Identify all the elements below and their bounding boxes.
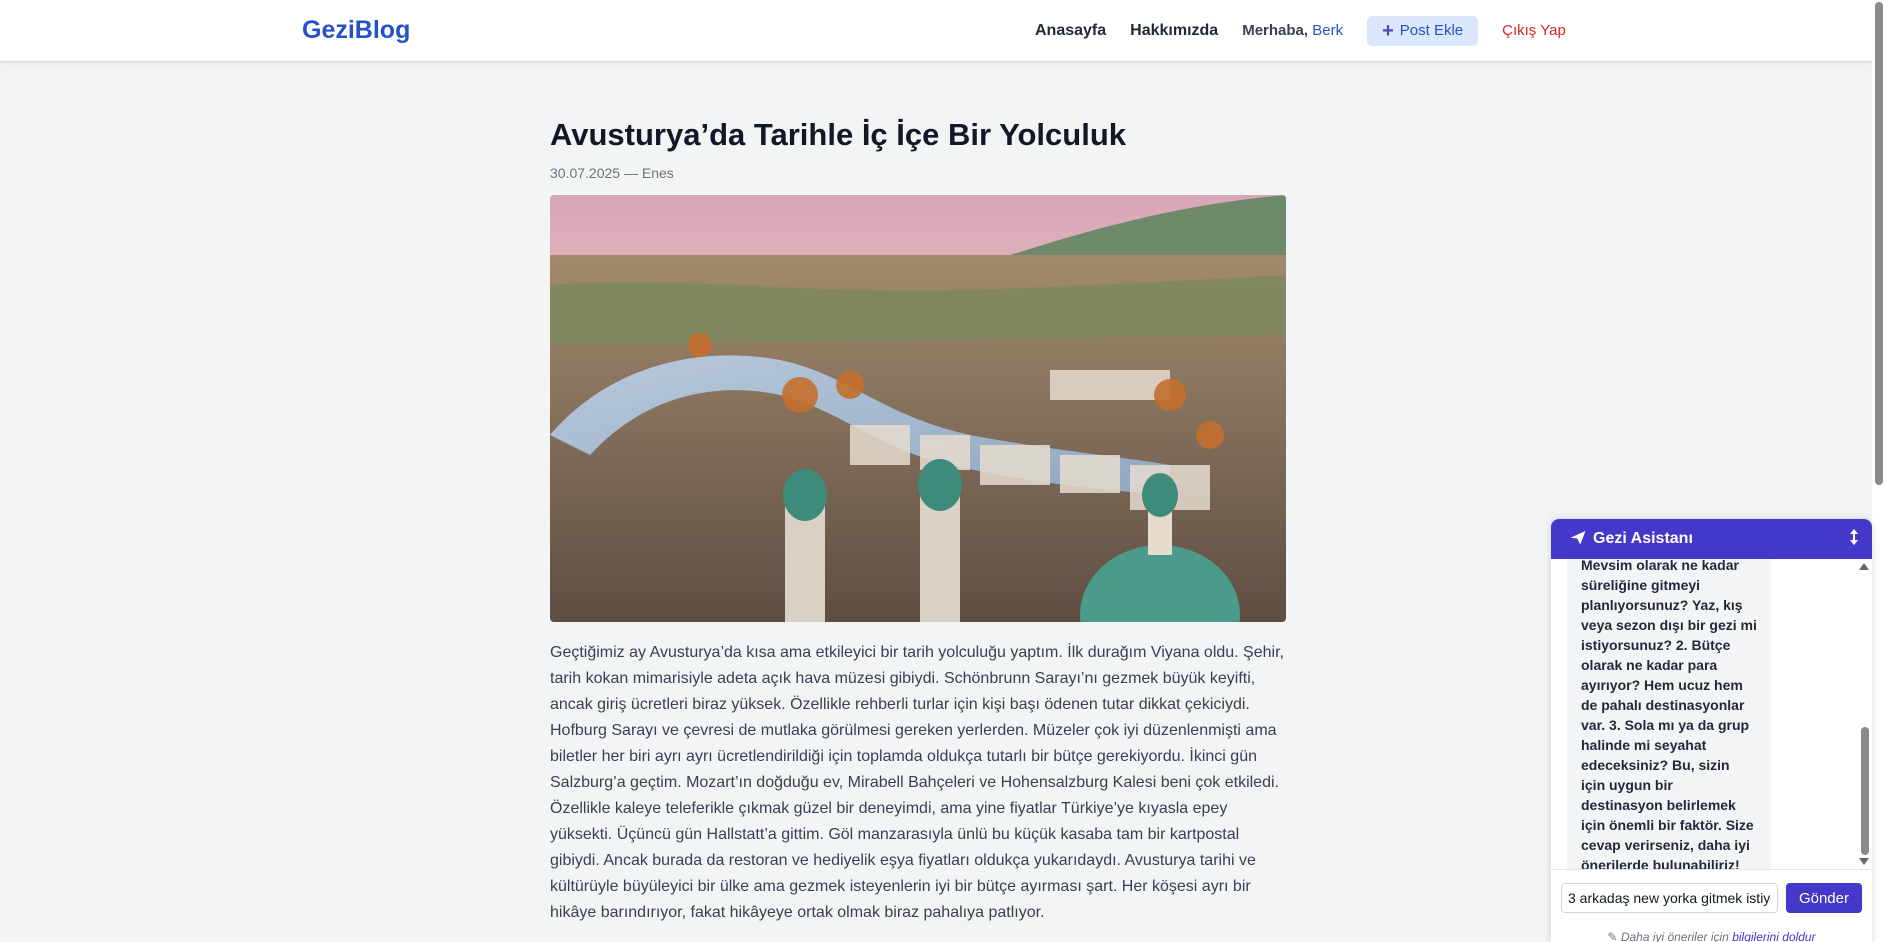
- article-body: Geçtiğimiz ay Avusturya’da kısa ama etki…: [550, 644, 1284, 921]
- add-post-button[interactable]: + Post Ekle: [1367, 15, 1479, 46]
- chat-input-row: Gönder: [1551, 869, 1872, 918]
- chat-scrollbar-thumb[interactable]: [1861, 727, 1869, 855]
- resize-icon[interactable]: [1848, 528, 1860, 551]
- plus-icon: +: [1382, 19, 1394, 42]
- meta-separator: —: [623, 165, 638, 181]
- greeting-prefix: Merhaba,: [1242, 22, 1309, 39]
- chat-footer-text: Daha iyi öneriler için: [1620, 930, 1729, 942]
- airplane-icon: [1569, 528, 1587, 551]
- article-meta: 30.07.2025 — Enes: [550, 165, 1286, 181]
- article-hero-image: [550, 195, 1286, 622]
- chat-title-group: Gezi Asistanı: [1569, 528, 1693, 551]
- logout-link[interactable]: Çıkış Yap: [1502, 22, 1566, 39]
- greeting: Merhaba, Berk: [1242, 22, 1343, 39]
- username: Berk: [1312, 22, 1344, 39]
- pen-icon: ✎: [1607, 930, 1618, 942]
- article: Avusturya’da Tarihle İç İçe Bir Yolculuk…: [550, 115, 1286, 926]
- article-title: Avusturya’da Tarihle İç İçe Bir Yolculuk: [550, 117, 1126, 152]
- nav-about-link[interactable]: Hakkımızda: [1130, 22, 1218, 40]
- brand-logo[interactable]: GeziBlog: [302, 16, 410, 45]
- page-scrollbar-thumb[interactable]: [1875, 2, 1883, 485]
- article-author: Enes: [641, 165, 674, 181]
- scroll-up-arrow-icon[interactable]: [1859, 563, 1869, 570]
- scroll-down-arrow-icon[interactable]: [1859, 858, 1869, 865]
- nav-home-link[interactable]: Anasayfa: [1035, 22, 1106, 40]
- chat-messages[interactable]: Mevsim olarak ne kadar süreliğine gitmey…: [1551, 559, 1872, 869]
- chat-header[interactable]: Gezi Asistanı: [1551, 519, 1872, 559]
- add-post-label: Post Ekle: [1399, 22, 1464, 39]
- chat-widget: Gezi Asistanı Mevsim olarak ne kadar sür…: [1551, 519, 1872, 942]
- article-date: 30.07.2025: [550, 165, 621, 181]
- chat-input[interactable]: [1561, 883, 1778, 913]
- chat-title: Gezi Asistanı: [1593, 530, 1693, 547]
- navbar: GeziBlog Anasayfa Hakkımızda Merhaba, Be…: [0, 0, 1872, 61]
- page-scrollbar[interactable]: [1872, 0, 1885, 942]
- assistant-message: Mevsim olarak ne kadar süreliğine gitmey…: [1567, 559, 1771, 869]
- send-button[interactable]: Gönder: [1785, 883, 1862, 913]
- chat-footer: ✎ Daha iyi öneriler için bilgilerini dol…: [1551, 930, 1872, 942]
- fill-info-link[interactable]: bilgilerini doldur: [1732, 930, 1815, 942]
- chat-scrollbar[interactable]: [1858, 559, 1872, 869]
- nav-links: Anasayfa Hakkımızda Merhaba, Berk + Post…: [1035, 0, 1566, 61]
